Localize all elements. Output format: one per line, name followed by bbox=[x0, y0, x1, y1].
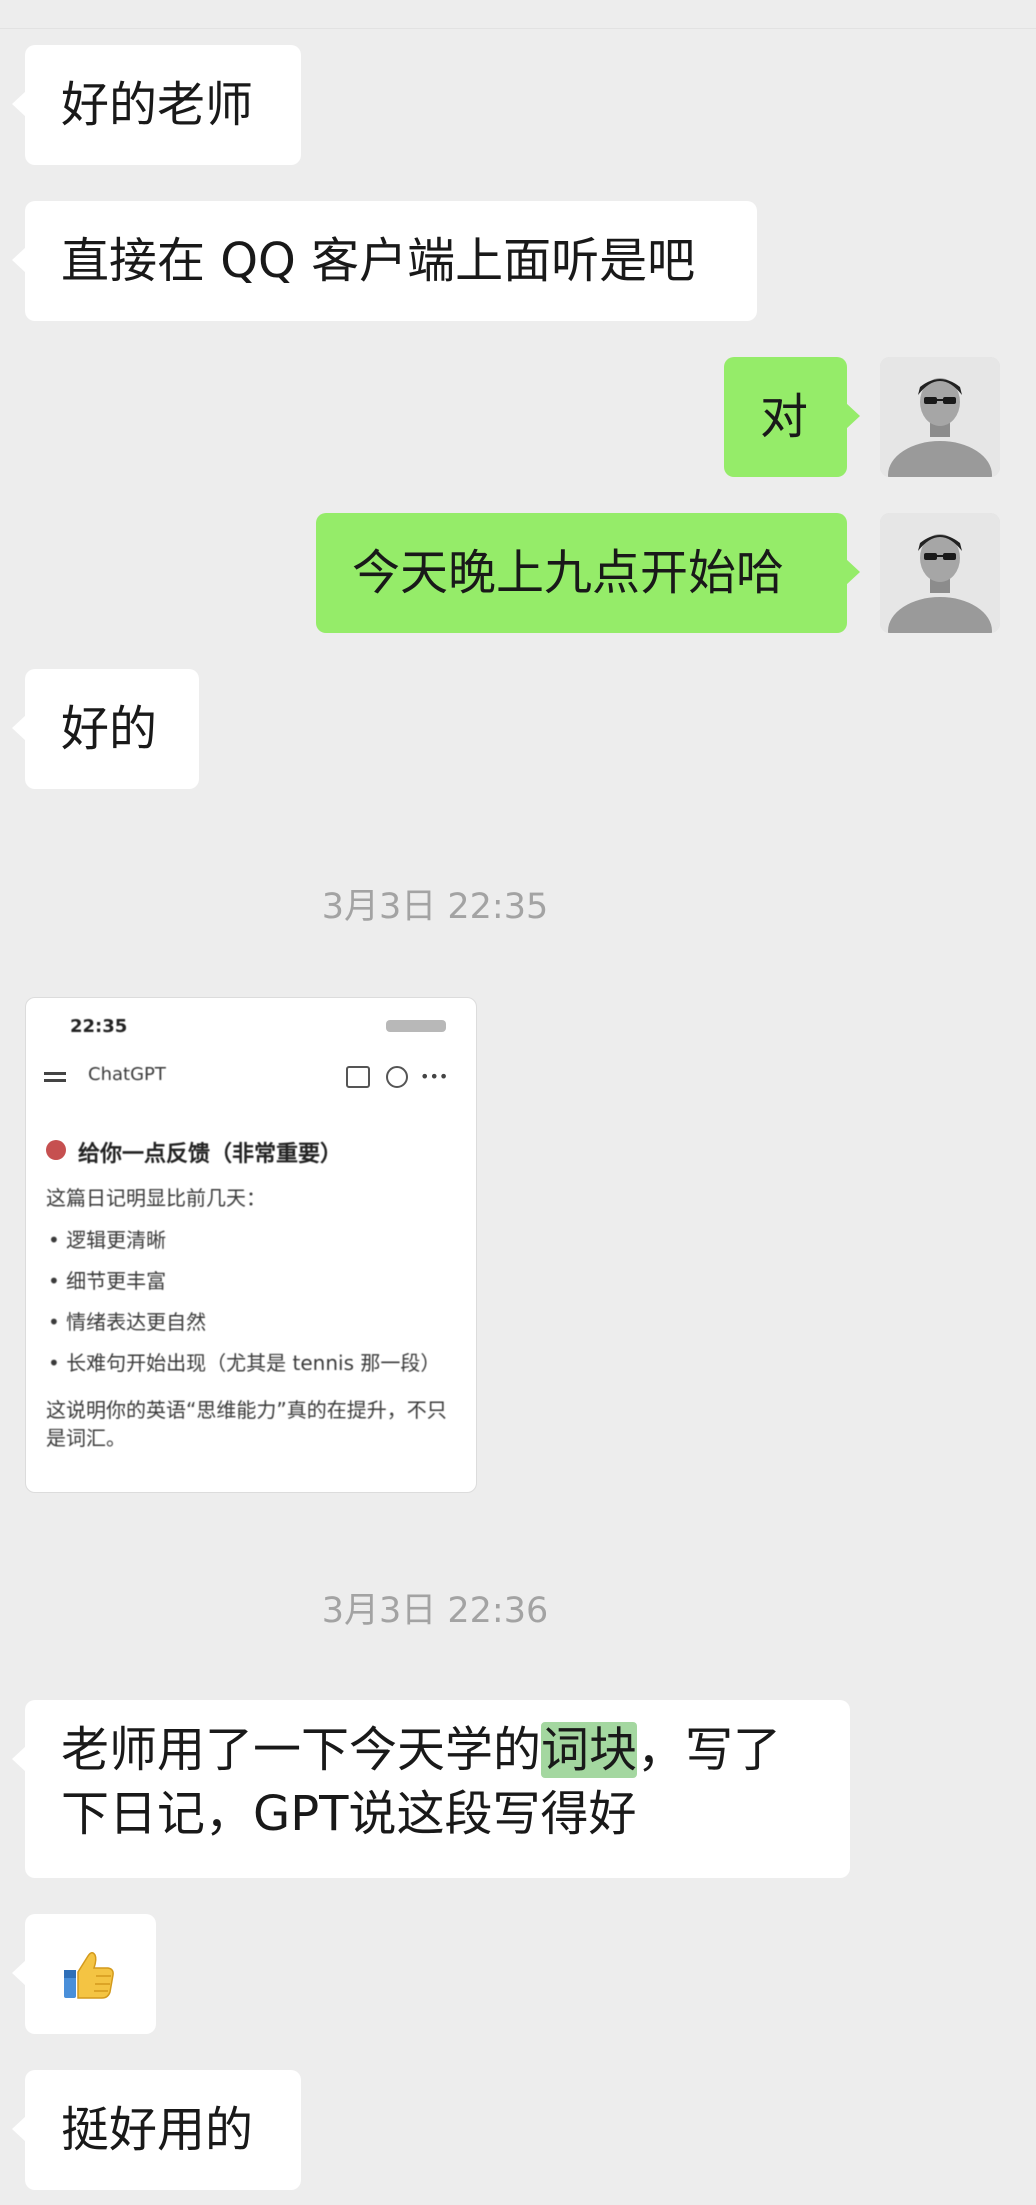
thumb-closing: 这说明你的英语“思维能力”真的在提升，不只 bbox=[46, 1398, 447, 1422]
incoming-bubble[interactable]: 直接在 QQ 客户端上面听是吧 bbox=[12, 201, 757, 321]
user-photo-icon bbox=[880, 357, 1000, 477]
incoming-bubble[interactable]: 老师用了一下今天学的词块，写了 下日记，GPT说这段写得好 bbox=[12, 1700, 850, 1878]
outgoing-bubble[interactable]: 今天晚上九点开始哈 bbox=[316, 513, 860, 633]
thumb-bullet: • 逻辑更清晰 bbox=[48, 1228, 167, 1252]
thumb-bullet: • 细节更丰富 bbox=[48, 1269, 167, 1293]
thumb-heading: 给你一点反馈（非常重要） bbox=[78, 1142, 343, 1167]
incoming-bubble[interactable]: 好的 bbox=[12, 669, 199, 789]
thumb-toolbar-icons: ••• bbox=[346, 1064, 448, 1088]
thumb-heading-icon bbox=[46, 1140, 66, 1160]
message-text: 好的 bbox=[61, 701, 158, 757]
top-divider bbox=[0, 28, 1036, 29]
outgoing-bubble[interactable]: 对 bbox=[724, 357, 860, 477]
thumb-intro: 这篇日记明显比前几天： bbox=[46, 1186, 266, 1210]
avatar[interactable] bbox=[880, 357, 1000, 477]
image-message[interactable]: 22:35 ChatGPT ••• 给你一点反馈（非常重要） 这篇日记明显比前几… bbox=[25, 997, 477, 1493]
incoming-bubble[interactable] bbox=[12, 1914, 156, 2034]
user-photo-icon bbox=[880, 513, 1000, 633]
thumbs-up-icon bbox=[64, 1952, 114, 1999]
thumb-status-icons bbox=[386, 1020, 446, 1032]
highlighted-phrase[interactable]: 词块 bbox=[541, 1722, 638, 1778]
timestamp: 3月3日 22:35 bbox=[321, 887, 549, 927]
incoming-bubble[interactable]: 好的老师 bbox=[12, 45, 301, 165]
avatar[interactable] bbox=[880, 513, 1000, 633]
message-text: 挺好用的 bbox=[61, 2102, 254, 2158]
thumb-menu-icon bbox=[44, 1072, 66, 1075]
thumb-closing: 是词汇。 bbox=[46, 1426, 126, 1450]
incoming-bubble[interactable]: 挺好用的 bbox=[12, 2070, 301, 2190]
message-text: 对 bbox=[760, 389, 809, 445]
thumb-bullet: • 长难句开始出现（尤其是 tennis 那一段） bbox=[48, 1351, 441, 1375]
message-text: 今天晚上九点开始哈 bbox=[352, 545, 785, 601]
thumb-status-time: 22:35 bbox=[70, 1016, 128, 1037]
thumb-app-title: ChatGPT bbox=[88, 1064, 166, 1085]
message-text: 好的老师 bbox=[61, 77, 254, 133]
message-text: 老师用了一下今天学的词块，写了 下日记，GPT说这段写得好 bbox=[61, 1722, 782, 1842]
thumb-bullet: • 情绪表达更自然 bbox=[48, 1310, 207, 1334]
message-text: 直接在 QQ 客户端上面听是吧 bbox=[61, 233, 696, 289]
timestamp: 3月3日 22:36 bbox=[321, 1591, 549, 1631]
